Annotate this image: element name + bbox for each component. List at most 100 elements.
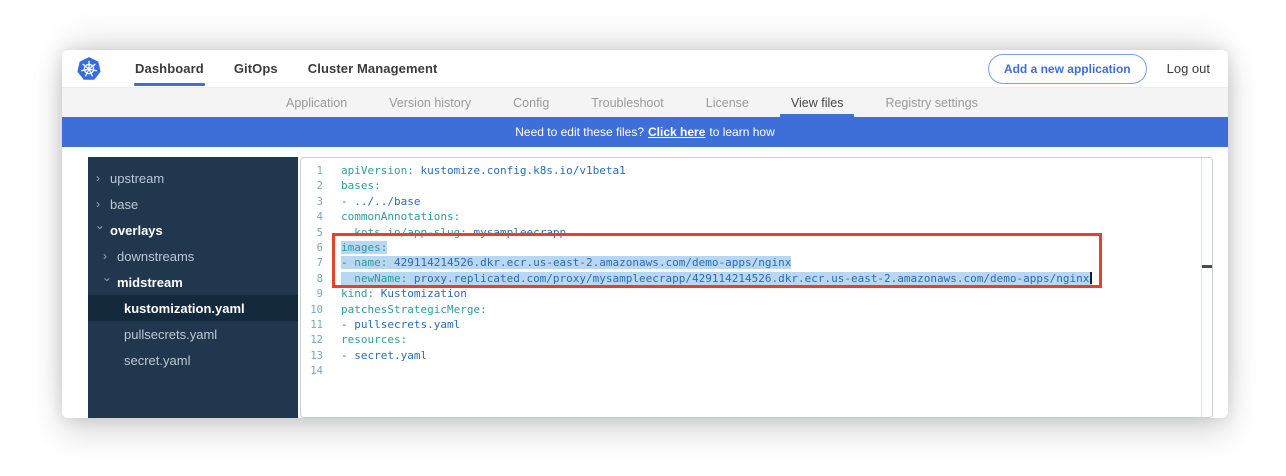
code-line-5[interactable]: 5 kots.io/app-slug: mysampleecrapp — [301, 225, 1212, 240]
tree-item-label: midstream — [117, 275, 183, 290]
line-number: 14 — [301, 364, 323, 379]
code-lines: 1 apiVersion: kustomize.config.k8s.io/v1b… — [301, 163, 1212, 378]
tree-item-midstream[interactable]: ›midstream — [88, 269, 298, 295]
code-text: kind: Kustomization — [341, 287, 467, 300]
tree-item-secret-yaml[interactable]: secret.yaml — [88, 347, 298, 373]
code-text: patchesStrategicMerge: — [341, 303, 487, 316]
admin-console-window: DashboardGitOpsCluster Management Add a … — [62, 50, 1228, 418]
code-text: images: — [341, 241, 387, 254]
line-number: 7 — [301, 256, 323, 271]
code-line-9[interactable]: 9 kind: Kustomization — [301, 286, 1212, 301]
tree-item-label: secret.yaml — [124, 353, 190, 368]
code-line-8[interactable]: 8 newName: proxy.replicated.com/proxy/my… — [301, 271, 1212, 286]
line-number: 9 — [301, 287, 323, 302]
subnav-tab-view-files[interactable]: View files — [770, 88, 865, 117]
code-segment-key: commonAnnotations: — [341, 210, 460, 223]
line-number: 4 — [301, 210, 323, 225]
add-new-application-button[interactable]: Add a new application — [988, 54, 1147, 84]
code-segment-val: 429114214526.dkr.ecr.us-east-2.amazonaws… — [387, 256, 791, 269]
code-segment-key: patchesStrategicMerge: — [341, 303, 487, 316]
tree-item-label: base — [110, 197, 138, 212]
code-text: - pullsecrets.yaml — [341, 318, 460, 331]
code-text: - name: 429114214526.dkr.ecr.us-east-2.a… — [341, 256, 791, 269]
tree-item-downstreams[interactable]: ›downstreams — [88, 243, 298, 269]
chevron-down-icon: › — [95, 226, 107, 235]
chevron-right-icon: › — [96, 198, 105, 210]
tree-item-upstream[interactable]: › upstream — [88, 165, 298, 191]
top-navbar: DashboardGitOpsCluster Management Add a … — [62, 50, 1228, 88]
subnav-tab-config[interactable]: Config — [492, 88, 570, 117]
code-segment-plain — [341, 272, 354, 285]
code-segment-val: mysampleecrapp — [467, 226, 566, 239]
subnav-tab-registry-settings[interactable]: Registry settings — [864, 88, 998, 117]
scrollbar-cursor-marker — [1202, 265, 1212, 268]
code-line-11[interactable]: 11 - pullsecrets.yaml — [301, 317, 1212, 332]
tree-item-label: pullsecrets.yaml — [124, 327, 217, 342]
edit-files-banner: Need to edit these files? Click here to … — [62, 117, 1228, 147]
chevron-right-icon: › — [96, 172, 105, 184]
topnav-tab-cluster-management[interactable]: Cluster Management — [293, 50, 453, 87]
code-line-1[interactable]: 1 apiVersion: kustomize.config.k8s.io/v1b… — [301, 163, 1212, 178]
banner-text-prefix: Need to edit these files? — [515, 125, 644, 139]
code-text: commonAnnotations: — [341, 210, 460, 223]
subnav-tab-application[interactable]: Application — [265, 88, 368, 117]
subnav-tab-troubleshoot[interactable]: Troubleshoot — [570, 88, 685, 117]
logout-link[interactable]: Log out — [1167, 61, 1210, 76]
file-tree-sidebar: ›upstream›base›overlays›downstreams›mids… — [88, 157, 298, 418]
code-line-14[interactable]: 14 — [301, 363, 1212, 378]
yaml-file-editor[interactable]: 1 apiVersion: kustomize.config.k8s.io/v1b… — [300, 157, 1213, 418]
line-number: 8 — [301, 272, 323, 287]
screenshot-stage: DashboardGitOpsCluster Management Add a … — [0, 0, 1286, 476]
tree-item-label: downstreams — [117, 249, 194, 264]
tree-item-label: kustomization.yaml — [124, 301, 245, 316]
code-text: apiVersion: kustomize.config.k8s.io/v1be… — [341, 164, 626, 177]
kubernetes-logo-icon — [76, 56, 102, 82]
code-text: kots.io/app-slug: mysampleecrapp — [341, 226, 566, 239]
topnav-tab-gitops[interactable]: GitOps — [219, 50, 293, 87]
tree-item-kustomization-yaml[interactable]: kustomization.yaml — [88, 295, 298, 321]
code-segment-val: - ../../base — [341, 195, 420, 208]
tree-item-label: overlays — [110, 223, 163, 238]
line-number: 13 — [301, 349, 323, 364]
tree-item-base[interactable]: › base — [88, 191, 298, 217]
code-segment-key: apiVersion: — [341, 164, 414, 177]
code-line-6[interactable]: 6 images: — [301, 240, 1212, 255]
banner-text-suffix: to learn how — [709, 125, 774, 139]
code-segment-val: kustomize.config.k8s.io/v1beta1 — [414, 164, 626, 177]
code-segment-val: - — [341, 256, 354, 269]
chevron-down-icon: › — [102, 278, 114, 287]
code-line-2[interactable]: 2bases: — [301, 178, 1212, 193]
topnav-tab-dashboard[interactable]: Dashboard — [120, 50, 219, 87]
code-text: newName: proxy.replicated.com/proxy/mysa… — [341, 272, 1092, 285]
line-number: 10 — [301, 303, 323, 318]
code-text: resources: — [341, 333, 407, 346]
code-segment-val: - pullsecrets.yaml — [341, 318, 460, 331]
code-segment-val: - secret.yaml — [341, 349, 427, 362]
banner-click-here-link[interactable]: Click here — [648, 125, 705, 139]
tree-item-label: upstream — [110, 171, 164, 186]
code-segment-key: kots.io/app-slug: — [354, 226, 467, 239]
code-line-3[interactable]: 3 - ../../base — [301, 194, 1212, 209]
subnav-tab-version-history[interactable]: Version history — [368, 88, 492, 117]
code-line-7[interactable]: 7 - name: 429114214526.dkr.ecr.us-east-2.… — [301, 255, 1212, 270]
line-number: 6 — [301, 241, 323, 256]
code-line-10[interactable]: 10 patchesStrategicMerge: — [301, 302, 1212, 317]
code-segment-val: proxy.replicated.com/proxy/mysampleecrap… — [407, 272, 1089, 285]
subnav-tab-license[interactable]: License — [685, 88, 770, 117]
tree-item-overlays[interactable]: ›overlays — [88, 217, 298, 243]
code-text: - secret.yaml — [341, 349, 427, 362]
line-number: 3 — [301, 195, 323, 210]
tree-item-pullsecrets-yaml[interactable]: pullsecrets.yaml — [88, 321, 298, 347]
topnav-tabs: DashboardGitOpsCluster Management — [120, 50, 452, 87]
code-line-12[interactable]: 12resources: — [301, 332, 1212, 347]
editor-scrollbar[interactable] — [1201, 158, 1212, 417]
line-number: 11 — [301, 318, 323, 333]
code-segment-plain — [341, 226, 354, 239]
code-line-13[interactable]: 13 - secret.yaml — [301, 348, 1212, 363]
code-segment-key: name: — [354, 256, 387, 269]
code-segment-key: bases: — [341, 179, 381, 192]
line-number: 1 — [301, 164, 323, 179]
code-text: bases: — [341, 179, 381, 192]
app-subnav: ApplicationVersion historyConfigTroubles… — [62, 88, 1228, 117]
code-line-4[interactable]: 4 commonAnnotations: — [301, 209, 1212, 224]
